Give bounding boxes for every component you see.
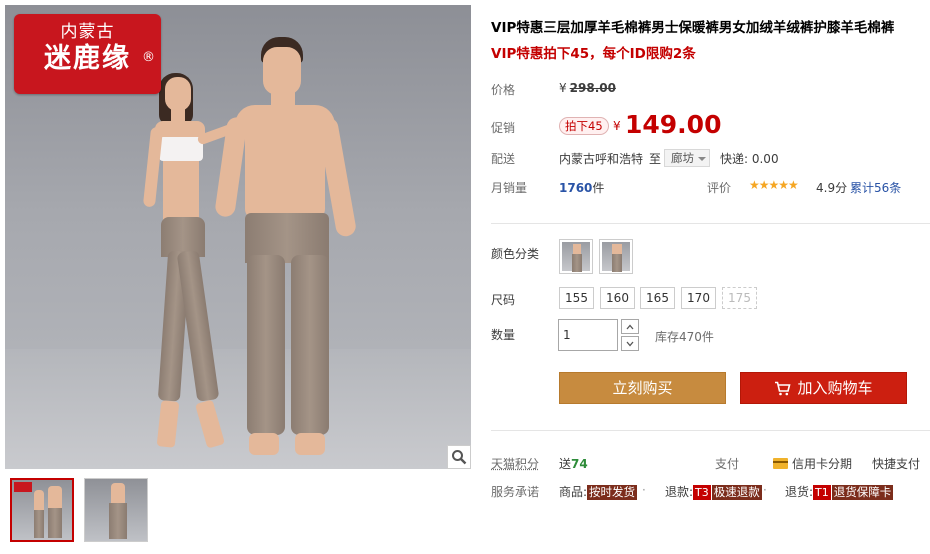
promo-tag: 拍下45 [559, 117, 609, 135]
quantity-input[interactable] [558, 319, 618, 351]
promo-label: 促销 [491, 121, 516, 135]
promise-refund-prefix: 退款: [665, 485, 694, 499]
size-option-170[interactable]: 170 [681, 287, 716, 309]
size-option-155[interactable]: 155 [559, 287, 594, 309]
promo-currency-symbol: ¥ [613, 119, 621, 133]
tmall-points: 送74 [559, 455, 588, 472]
brand-logo: 内蒙古 迷鹿缘 ® [14, 14, 161, 94]
cart-icon [775, 381, 792, 396]
refund-tier-badge: T3 [693, 485, 711, 500]
points-value: 74 [571, 457, 588, 471]
monthly-sales-count: 1760 [559, 181, 593, 195]
quick-pay[interactable]: 快捷支付 [872, 455, 920, 472]
rating-score: 4.9分 [816, 181, 848, 195]
promise-return[interactable]: 退货: T1 退货保障卡 [785, 483, 894, 500]
currency-symbol: ¥ [559, 81, 567, 95]
add-to-cart-button[interactable]: 加入购物车 [740, 372, 907, 404]
on-time-delivery-badge: 按时发货 [587, 485, 638, 500]
size-label: 尺码 [491, 293, 516, 307]
buy-now-button[interactable]: 立刻购买 [559, 372, 726, 404]
promise-goods[interactable]: 商品: 按时发货 [559, 483, 638, 500]
return-guarantee-badge: 退货保障卡 [831, 485, 894, 500]
quantity-increase-button[interactable] [621, 319, 639, 334]
review-count-link[interactable]: 累计56条 [850, 179, 901, 196]
credit-card-icon [773, 458, 788, 469]
product-detail-panel: VIP特惠三层加厚羊毛棉裤男士保暖裤男女加绒羊绒裤护膝羊毛棉裤 VIP特惠拍下4… [491, 0, 930, 554]
tmall-points-label[interactable]: 天猫积分 [491, 455, 539, 472]
shipping-label: 配送 [491, 152, 516, 166]
separator-dot: · [763, 483, 767, 497]
brand-logo-line1: 内蒙古 [60, 22, 115, 42]
divider [491, 430, 930, 431]
buy-now-label: 立刻购买 [612, 379, 673, 397]
promo-price: 149.00 [625, 110, 722, 139]
size-option-175: 175 [722, 287, 757, 309]
price-label: 价格 [491, 83, 516, 97]
color-option-2[interactable] [599, 239, 633, 274]
fast-refund-badge: 极速退款 [711, 485, 762, 500]
return-tier-badge: T1 [813, 485, 831, 500]
monthly-sales: 1760件 [559, 179, 604, 196]
thumbnail-1[interactable] [10, 478, 74, 542]
product-title: VIP特惠三层加厚羊毛棉裤男士保暖裤男女加绒羊绒裤护膝羊毛棉裤 [491, 20, 895, 36]
chevron-down-icon [698, 157, 706, 161]
zoom-button[interactable] [447, 445, 471, 469]
model-man [214, 37, 365, 467]
original-price-value: 298.00 [569, 81, 616, 95]
mini-logo [14, 482, 32, 492]
service-promise-label: 服务承诺 [491, 485, 540, 499]
chevron-up-icon [626, 324, 634, 329]
stock-count: 库存470件 [655, 330, 714, 344]
size-option-160[interactable]: 160 [600, 287, 635, 309]
promise-return-prefix: 退货: [785, 485, 814, 499]
rating-stars-icon: ★★★★★ [749, 178, 799, 192]
divider [491, 223, 930, 224]
payment-label: 支付 [715, 457, 740, 471]
thumbnail-2[interactable] [84, 478, 148, 542]
magnifier-icon [452, 450, 467, 465]
promise-refund[interactable]: 退款: T3 极速退款 [665, 483, 762, 500]
quantity-label: 数量 [491, 328, 516, 342]
rating-label: 评价 [707, 181, 732, 195]
ship-to-label: 至 [649, 152, 662, 166]
promise-goods-prefix: 商品: [559, 485, 588, 499]
chevron-down-icon [626, 341, 634, 346]
destination-select[interactable]: 廊坊 [664, 149, 710, 167]
destination-value: 廊坊 [671, 151, 694, 165]
monthly-sales-unit: 件 [592, 181, 605, 195]
monthly-sales-label: 月销量 [491, 181, 528, 195]
original-price: ¥298.00 [559, 81, 616, 95]
credit-card-installment[interactable]: 信用卡分期 [792, 455, 852, 472]
add-to-cart-label: 加入购物车 [797, 379, 873, 397]
color-label: 颜色分类 [491, 247, 540, 261]
separator-dot: · [642, 483, 646, 497]
color-option-1[interactable] [559, 239, 593, 274]
active-caret [36, 478, 48, 479]
shipping-fee: 快递: 0.00 [720, 152, 779, 166]
quantity-decrease-button[interactable] [621, 336, 639, 351]
main-product-image[interactable]: 内蒙古 迷鹿缘 ® [5, 5, 471, 469]
registered-mark: ® [142, 50, 155, 65]
size-option-165[interactable]: 165 [640, 287, 675, 309]
points-prefix: 送 [559, 457, 572, 471]
brand-logo-line2: 迷鹿缘 [44, 43, 131, 74]
ship-from: 内蒙古呼和浩特 [559, 152, 644, 166]
product-subtitle: VIP特惠拍下45，每个ID限购2条 [491, 46, 696, 62]
